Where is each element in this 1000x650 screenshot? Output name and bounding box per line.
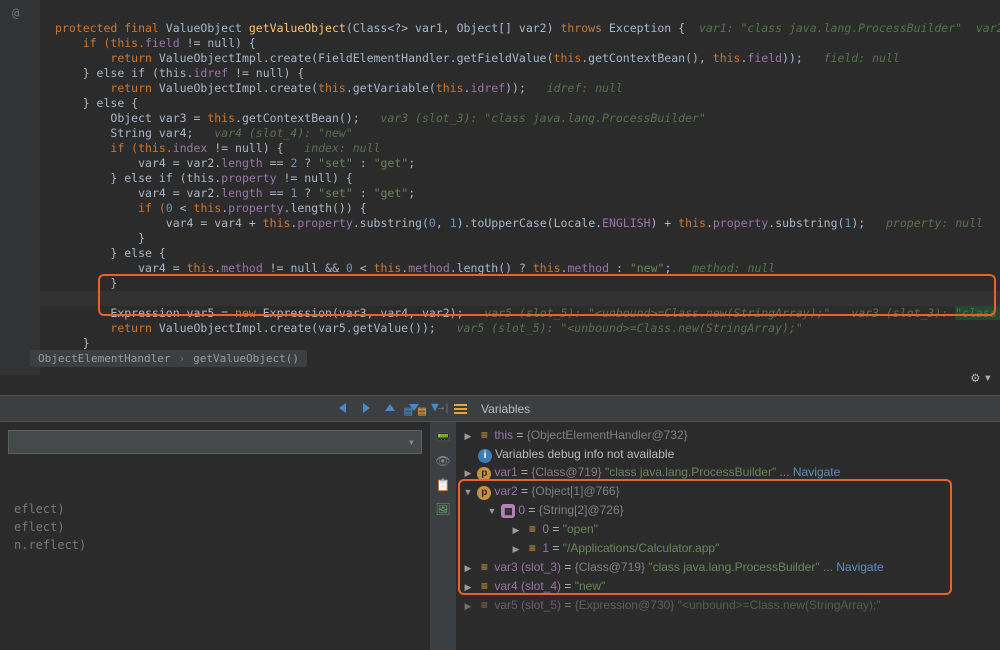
navigate-link[interactable]: Navigate (793, 465, 840, 479)
chevron-down-icon: ▾ (408, 435, 415, 449)
next-frame-icon[interactable] (359, 401, 373, 415)
gear-icon[interactable]: ⚙ (971, 370, 979, 386)
breadcrumb-class[interactable]: ObjectElementHandler (38, 352, 170, 365)
frames-list[interactable]: eflect) eflect) n.reflect) (0, 494, 430, 560)
info-icon: i (478, 449, 492, 463)
thread-selector[interactable]: ▾ (8, 430, 422, 454)
dump-threads-icon[interactable]: ▤ (404, 404, 412, 419)
override-marker: @ (12, 6, 19, 20)
frames-header: ▼ (0, 396, 430, 422)
copy-icon[interactable]: 📋 (436, 478, 451, 492)
restore-layout-icon[interactable]: →| (438, 403, 450, 414)
filter-icon[interactable]: ▼ (431, 400, 439, 415)
sort-threads-icon[interactable]: ▤ (418, 404, 426, 419)
evaluate-icon[interactable]: 📟 (436, 430, 451, 444)
breadcrumb-method[interactable]: getValueObject() (193, 352, 299, 365)
watch-icon[interactable]: 👁 (435, 454, 450, 468)
breadcrumb[interactable]: ObjectElementHandler › getValueObject() (30, 350, 307, 367)
prev-frame-icon[interactable] (335, 401, 349, 415)
navigate-link[interactable]: Navigate (836, 560, 883, 574)
up-frame-icon[interactable] (383, 401, 397, 415)
chevron-right-icon: › (178, 352, 185, 365)
variables-title: Variables (481, 402, 530, 416)
chevron-down-icon[interactable]: ▾ (984, 370, 992, 386)
variables-icon (454, 404, 467, 414)
variables-tree[interactable]: ▶ ≡this = {ObjectElementHandler@732} iVa… (456, 422, 1000, 650)
code-area[interactable]: protected final ValueObject getValueObje… (55, 6, 1000, 366)
view-icon[interactable]: 🖼 (435, 502, 450, 516)
